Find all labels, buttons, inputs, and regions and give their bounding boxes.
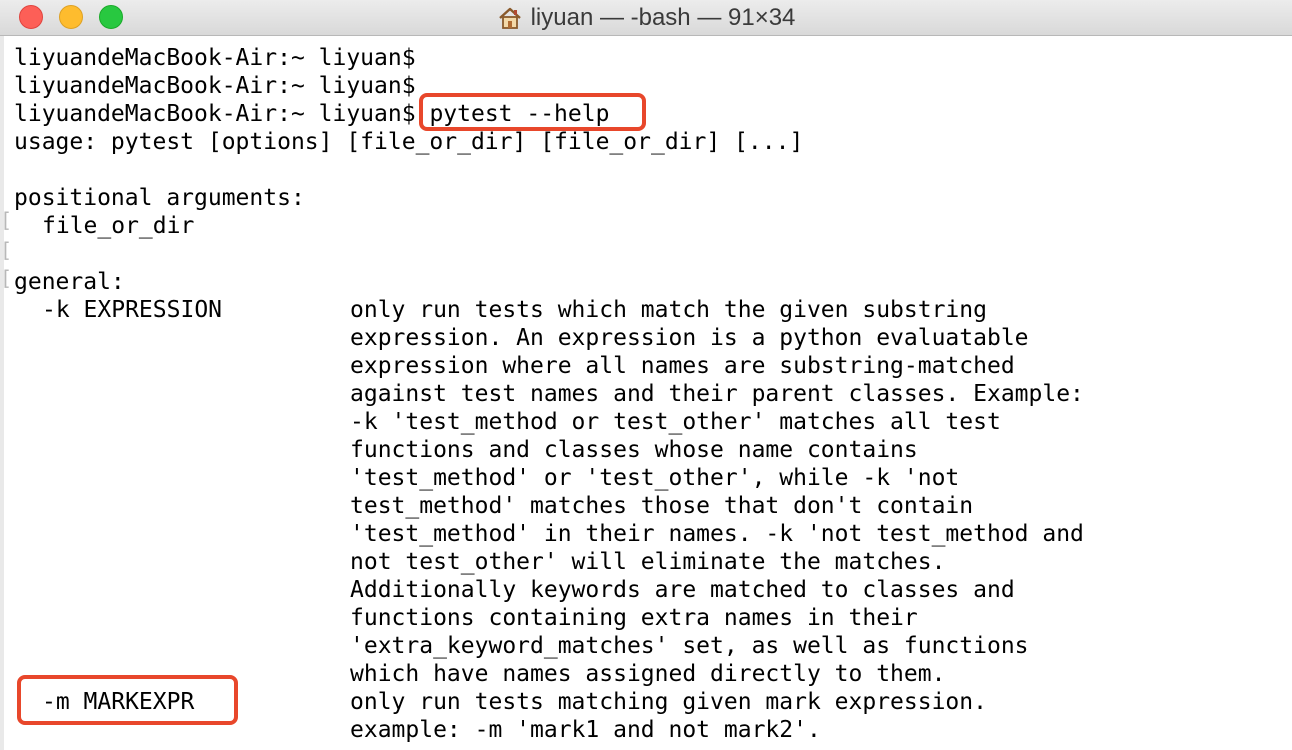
option-line: expression where all names are substring…	[14, 352, 1264, 380]
gutter-mark: [	[0, 266, 13, 290]
window-left-edge	[0, 36, 4, 750]
option-description: Additionally keywords are matched to cla…	[350, 577, 1015, 603]
option-description: -k 'test_method or test_other' matches a…	[350, 409, 1001, 435]
prompt-line: liyuandeMacBook-Air:~ liyuan$	[14, 44, 1264, 72]
option-line: Additionally keywords are matched to cla…	[14, 576, 1264, 604]
positional-arg: file_or_dir	[42, 213, 195, 239]
terminal-output[interactable]: liyuandeMacBook-Air:~ liyuan$ liyuandeMa…	[14, 44, 1264, 744]
title-bar[interactable]: liyuan — -bash — 91×34	[0, 0, 1292, 36]
option-line: -k EXPRESSION only run tests which match …	[14, 296, 1264, 324]
prompt-text: liyuandeMacBook-Air:~ liyuan$	[14, 101, 416, 127]
option-description: 'extra_keyword_matches' set, as well as …	[350, 633, 1029, 659]
option-description: expression where all names are substring…	[350, 353, 1015, 379]
scrollbar[interactable]	[1284, 36, 1292, 750]
option-line: 'test_method' or 'test_other', while -k …	[14, 464, 1264, 492]
option-line: not test_other' will eliminate the match…	[14, 548, 1264, 576]
general-heading: general:	[14, 269, 125, 295]
option-line: test_method' matches those that don't co…	[14, 492, 1264, 520]
command-highlight-box	[419, 93, 646, 131]
option-description: expression. An expression is a python ev…	[350, 325, 1029, 351]
option-description: example: -m 'mark1 and not mark2'.	[350, 717, 821, 743]
option-line: 'test_method' in their names. -k 'not te…	[14, 520, 1264, 548]
home-icon	[498, 7, 521, 29]
option-description: against test names and their parent clas…	[350, 381, 1084, 407]
window-title-container: liyuan — -bash — 91×34	[0, 0, 1292, 35]
usage-line: usage: pytest [options] [file_or_dir] [f…	[14, 129, 804, 155]
option-description: only run tests matching given mark expre…	[350, 689, 987, 715]
option-description: 'test_method' in their names. -k 'not te…	[350, 521, 1084, 547]
option-description: functions containing extra names in thei…	[350, 605, 918, 631]
option-flag: -k EXPRESSION	[42, 297, 223, 323]
option-line: functions and classes whose name contain…	[14, 436, 1264, 464]
positional-heading: positional arguments:	[14, 185, 305, 211]
window-title: liyuan — -bash — 91×34	[530, 3, 796, 31]
option-description: only run tests which match the given sub…	[350, 297, 987, 323]
option-line: 'extra_keyword_matches' set, as well as …	[14, 632, 1264, 660]
option-line: against test names and their parent clas…	[14, 380, 1264, 408]
option-description: which have names assigned directly to th…	[350, 661, 946, 687]
option-description: not test_other' will eliminate the match…	[350, 549, 946, 575]
option-description: functions and classes whose name contain…	[350, 437, 918, 463]
markexpr-highlight-box	[17, 675, 238, 725]
option-line: expression. An expression is a python ev…	[14, 324, 1264, 352]
gutter-mark: [	[0, 208, 13, 232]
gutter-mark: [	[0, 238, 13, 262]
prompt-text: liyuandeMacBook-Air:~ liyuan$	[14, 45, 416, 71]
option-line: functions containing extra names in thei…	[14, 604, 1264, 632]
option-description: 'test_method' or 'test_other', while -k …	[350, 465, 960, 491]
option-line: -k 'test_method or test_other' matches a…	[14, 408, 1264, 436]
prompt-text: liyuandeMacBook-Air:~ liyuan$	[14, 73, 416, 99]
terminal-window: liyuan — -bash — 91×34 liyuandeMacBook-A…	[0, 0, 1292, 750]
option-description: test_method' matches those that don't co…	[350, 493, 974, 519]
